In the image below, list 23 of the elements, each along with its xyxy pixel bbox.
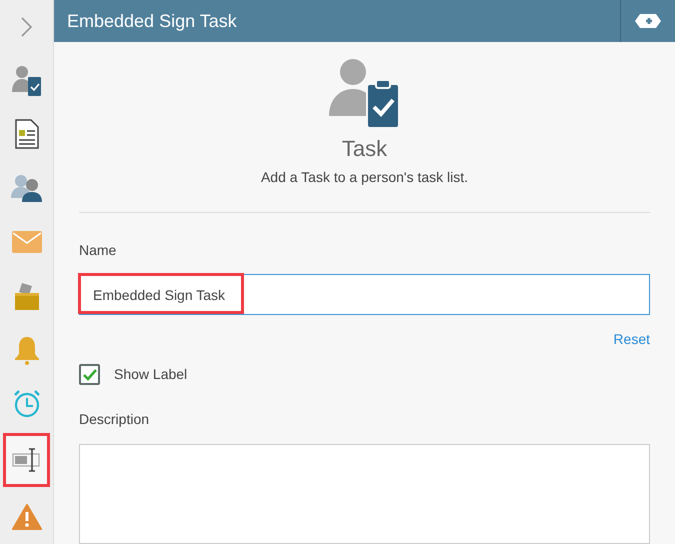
name-field[interactable]: Embedded Sign Task [79,274,650,315]
text-field-icon [12,447,42,474]
show-label-checkbox[interactable] [79,364,100,385]
warning-icon[interactable] [12,503,42,532]
stopwatch-icon[interactable] [12,388,42,418]
envelope-icon[interactable] [12,231,42,254]
name-label: Name [79,241,118,260]
description-field[interactable] [79,444,650,544]
document-icon[interactable] [14,119,38,150]
person-clipboard-icon[interactable] [12,64,42,97]
task-description: Add a Task to a person's task list. [260,168,468,187]
bell-icon[interactable] [14,334,40,365]
panel-title: Embedded Sign Task [67,10,237,33]
show-label-text: Show Label [114,365,188,384]
checkmark-icon [82,368,96,380]
task-heading: Task [342,135,388,163]
chevron-right-icon[interactable] [20,16,34,38]
sidebar-item-highlighted[interactable] [3,433,50,488]
person-clipboard-icon [328,58,400,130]
add-icon[interactable] [634,13,662,29]
people-icon[interactable] [10,174,42,202]
ballot-box-icon[interactable] [14,280,40,311]
description-label: Description [79,410,150,429]
